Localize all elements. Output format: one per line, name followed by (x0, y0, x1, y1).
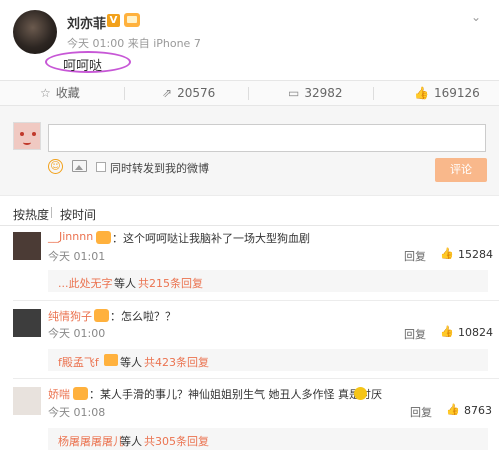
sub-reply-others: 等人 (114, 277, 136, 290)
author-name[interactable]: 刘亦菲 (67, 13, 106, 32)
repost-button[interactable]: ⇗ 20576 (162, 81, 215, 105)
member-crown-icon (96, 231, 111, 244)
post-action-bar: ☆ 收藏 ⇗ 20576 ▭ 32982 👍 169126 (0, 80, 499, 106)
sub-reply-user[interactable]: 杨屠屠屠屠儿 (58, 433, 124, 449)
repost-checkbox[interactable] (96, 162, 106, 172)
sub-reply-others: 等人 (120, 435, 142, 448)
sub-reply-user[interactable]: f殿孟飞f (58, 354, 99, 370)
comment-item: 娇喘 ：某人手滑的事儿？神仙姐姐别生气 她丑人多作怪 真是讨厌 今天 01:08… (0, 382, 499, 458)
verified-badge-icon: V (107, 14, 120, 27)
comment-time: 今天 01:00 (48, 327, 106, 340)
author-avatar[interactable] (13, 10, 57, 54)
reply-button[interactable]: 回复 (404, 248, 426, 264)
favorite-button[interactable]: ☆ 收藏 (40, 81, 80, 105)
reply-button[interactable]: 回复 (404, 326, 426, 342)
divider (124, 87, 125, 100)
comment-time: 今天 01:08 (48, 406, 106, 419)
comment-text: ：这个呵呵哒让我脑补了一场大型狗血剧 (112, 232, 310, 245)
repost-icon: ⇗ (162, 86, 173, 100)
thumbs-up-icon[interactable]: 👍 (446, 403, 460, 416)
thumbs-up-icon[interactable]: 👍 (440, 247, 454, 260)
comment-icon: ▭ (288, 86, 300, 100)
comment-button[interactable]: ▭ 32982 (288, 81, 343, 105)
weibo-post: 刘亦菲 V 今天 01:00 来自 iPhone 7 ⌄ 呵呵哒 (0, 0, 499, 80)
sub-reply-count[interactable]: 共423条回复 (144, 354, 209, 370)
member-crown-icon (104, 354, 118, 366)
commenter-name[interactable]: 娇喘 (48, 386, 70, 402)
sub-reply-count[interactable]: 共215条回复 (138, 275, 203, 291)
sub-reply-others: 等人 (120, 356, 142, 369)
my-avatar (13, 122, 41, 150)
thumbs-up-icon: 👍 (414, 86, 429, 100)
chevron-down-icon[interactable]: ⌄ (471, 10, 481, 24)
submit-comment-button[interactable]: 评论 (435, 158, 487, 182)
comment-count: 32982 (304, 86, 343, 100)
like-button[interactable]: 👍 169126 (414, 81, 480, 105)
commenter-name[interactable]: 纯情狗子 (48, 308, 92, 324)
comment-item: 纯情狗子 ：怎么啦？？ 今天 01:00 回复 👍 10824 f殿孟飞f 等人… (0, 304, 499, 382)
sort-by-hot[interactable]: 按热度 (13, 206, 49, 223)
comment-like-count: 15284 (458, 248, 493, 261)
comment-like-count: 10824 (458, 326, 493, 339)
comment-compose: ☺ 同时转发到我的微博 评论 (0, 106, 499, 196)
favorite-label: 收藏 (55, 86, 80, 100)
sub-replies-bar[interactable]: ...此处无字 等人 共215条回复 (48, 270, 488, 292)
image-icon[interactable] (72, 160, 87, 172)
sort-by-time[interactable]: 按时间 (60, 206, 96, 223)
sort-bar: 按热度 按时间 (0, 196, 499, 226)
commenter-avatar[interactable] (13, 309, 41, 337)
divider (13, 378, 499, 379)
thumbs-up-icon[interactable]: 👍 (440, 325, 454, 338)
reply-button[interactable]: 回复 (410, 404, 432, 420)
sub-reply-user[interactable]: ...此处无字 (58, 275, 113, 291)
member-crown-icon (124, 13, 140, 27)
commenter-avatar[interactable] (13, 387, 41, 415)
comment-time: 今天 01:01 (48, 250, 106, 263)
commenter-name[interactable]: __Jinnnn (48, 230, 93, 243)
repost-count: 20576 (177, 86, 216, 100)
like-count: 169126 (433, 86, 480, 100)
divider (373, 87, 374, 100)
divider (51, 207, 52, 218)
comment-like-count: 8763 (464, 404, 492, 417)
sub-reply-count[interactable]: 共305条回复 (144, 433, 209, 449)
emoji-icon[interactable]: ☺ (48, 159, 63, 174)
sub-replies-bar[interactable]: f殿孟飞f 等人 共423条回复 (48, 349, 488, 371)
star-icon: ☆ (40, 86, 51, 100)
post-text: 呵呵哒 (63, 59, 103, 74)
member-crown-icon (94, 309, 109, 322)
sub-replies-bar[interactable]: 杨屠屠屠屠儿 等人 共305条回复 (48, 428, 488, 450)
comment-item: __Jinnnn ：这个呵呵哒让我脑补了一场大型狗血剧 今天 01:01 回复 … (0, 226, 499, 301)
comment-text: ：怎么啦？？ (110, 310, 176, 323)
comment-text: ：某人手滑的事儿？神仙姐姐别生气 她丑人多作怪 真是讨厌 (89, 388, 382, 401)
commenter-avatar[interactable] (13, 232, 41, 260)
post-meta: 今天 01:00 来自 iPhone 7 (67, 37, 201, 50)
repost-checkbox-label: 同时转发到我的微博 (110, 162, 209, 175)
laugh-emoji-icon (354, 387, 367, 400)
divider (248, 87, 249, 100)
member-crown-icon (73, 387, 88, 400)
divider (13, 300, 499, 301)
comment-input[interactable] (48, 124, 486, 152)
